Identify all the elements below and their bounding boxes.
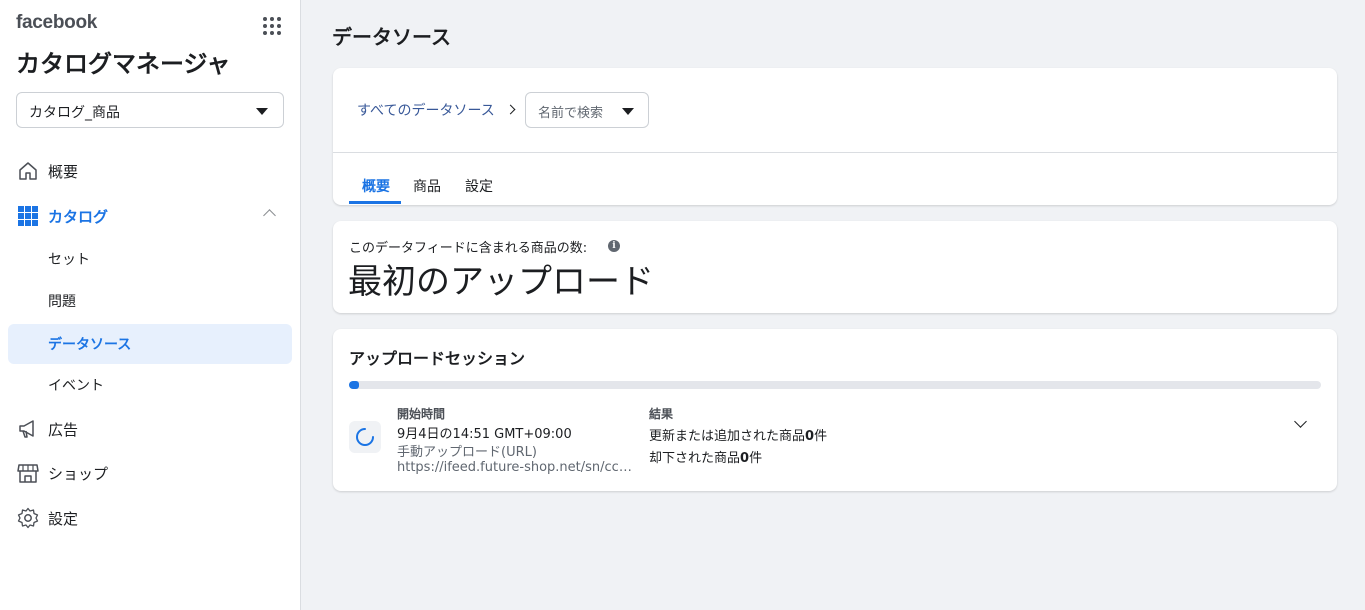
loading-spinner-icon: [349, 421, 381, 453]
upload-url[interactable]: https://ifeed.future-shop.net/sn/ccdo…: [397, 460, 633, 475]
catalog-grid-icon: [17, 205, 39, 227]
upload-progress-fill: [349, 381, 359, 389]
sidebar-item-label: 設定: [48, 510, 79, 528]
tab-overview[interactable]: 概要: [362, 176, 390, 196]
chevron-up-icon[interactable]: [263, 209, 276, 222]
home-icon: [17, 160, 39, 182]
facebook-logo[interactable]: facebook: [16, 12, 97, 34]
sidebar-item-issues[interactable]: 問題: [8, 281, 292, 321]
sidebar-item-label: イベント: [48, 378, 104, 394]
apps-grid-icon[interactable]: [261, 15, 283, 37]
sidebar-item-events[interactable]: イベント: [8, 365, 292, 405]
upload-method: 手動アップロード(URL): [397, 445, 537, 460]
tab-products[interactable]: 商品: [413, 176, 441, 196]
upload-progress-bar: [349, 381, 1321, 389]
sidebar-item-ads[interactable]: 広告: [8, 409, 292, 449]
sidebar-item-label: 広告: [48, 421, 79, 439]
sidebar-item-shop[interactable]: ショップ: [8, 453, 292, 493]
breadcrumb-all-data-sources[interactable]: すべてのデータソース: [357, 100, 495, 120]
gear-icon: [17, 507, 39, 529]
result-updated: 更新または追加された商品0件: [649, 429, 828, 444]
catalog-selector-value: カタログ_商品: [29, 105, 120, 121]
product-count-value: 最初のアップロード: [348, 262, 654, 302]
upload-session-card: アップロードセッション 開始時間 9月4日の14:51 GMT+09:00 手動…: [333, 329, 1337, 491]
result-rejected: 却下された商品0件: [649, 451, 763, 466]
shop-icon: [17, 462, 39, 484]
sidebar-item-label: ショップ: [48, 465, 109, 483]
page-title: データソース: [332, 25, 451, 49]
sidebar-item-label: 問題: [48, 294, 76, 310]
catalog-selector[interactable]: カタログ_商品: [16, 92, 284, 128]
start-time-value: 9月4日の14:51 GMT+09:00: [397, 427, 572, 442]
megaphone-icon: [17, 418, 39, 440]
sidebar-item-overview[interactable]: 概要: [8, 151, 292, 191]
chevron-right-icon: [505, 104, 516, 115]
chevron-down-icon[interactable]: [1294, 415, 1307, 428]
caret-down-icon: [622, 108, 634, 115]
sidebar-item-data-sources[interactable]: データソース: [8, 324, 292, 364]
sidebar-item-label: データソース: [48, 337, 132, 353]
sidebar-item-sets[interactable]: セット: [8, 239, 292, 279]
divider: [333, 152, 1337, 153]
sidebar-item-catalog[interactable]: カタログ: [8, 196, 292, 236]
data-source-header-card: すべてのデータソース 名前で検索 概要 商品 設定: [333, 68, 1337, 205]
upload-session-title: アップロードセッション: [349, 349, 526, 368]
sidebar-item-label: カタログ: [48, 208, 109, 226]
name-search-placeholder: 名前で検索: [538, 106, 604, 121]
result-header: 結果: [649, 407, 674, 421]
sidebar: facebook カタログマネージャ カタログ_商品 概要 カタログ セット 問…: [0, 0, 301, 610]
app-title: カタログマネージャ: [16, 50, 231, 78]
info-icon[interactable]: i: [608, 240, 620, 252]
name-search-dropdown[interactable]: 名前で検索: [525, 92, 649, 128]
product-count-card: このデータフィードに含まれる商品の数: i 最初のアップロード: [333, 221, 1337, 313]
sidebar-item-settings[interactable]: 設定: [8, 498, 292, 538]
active-tab-indicator: [349, 201, 401, 204]
tab-settings[interactable]: 設定: [465, 176, 493, 196]
sidebar-item-label: セット: [48, 252, 90, 268]
caret-down-icon: [256, 108, 268, 115]
sidebar-item-label: 概要: [48, 163, 79, 181]
start-time-header: 開始時間: [397, 407, 446, 421]
